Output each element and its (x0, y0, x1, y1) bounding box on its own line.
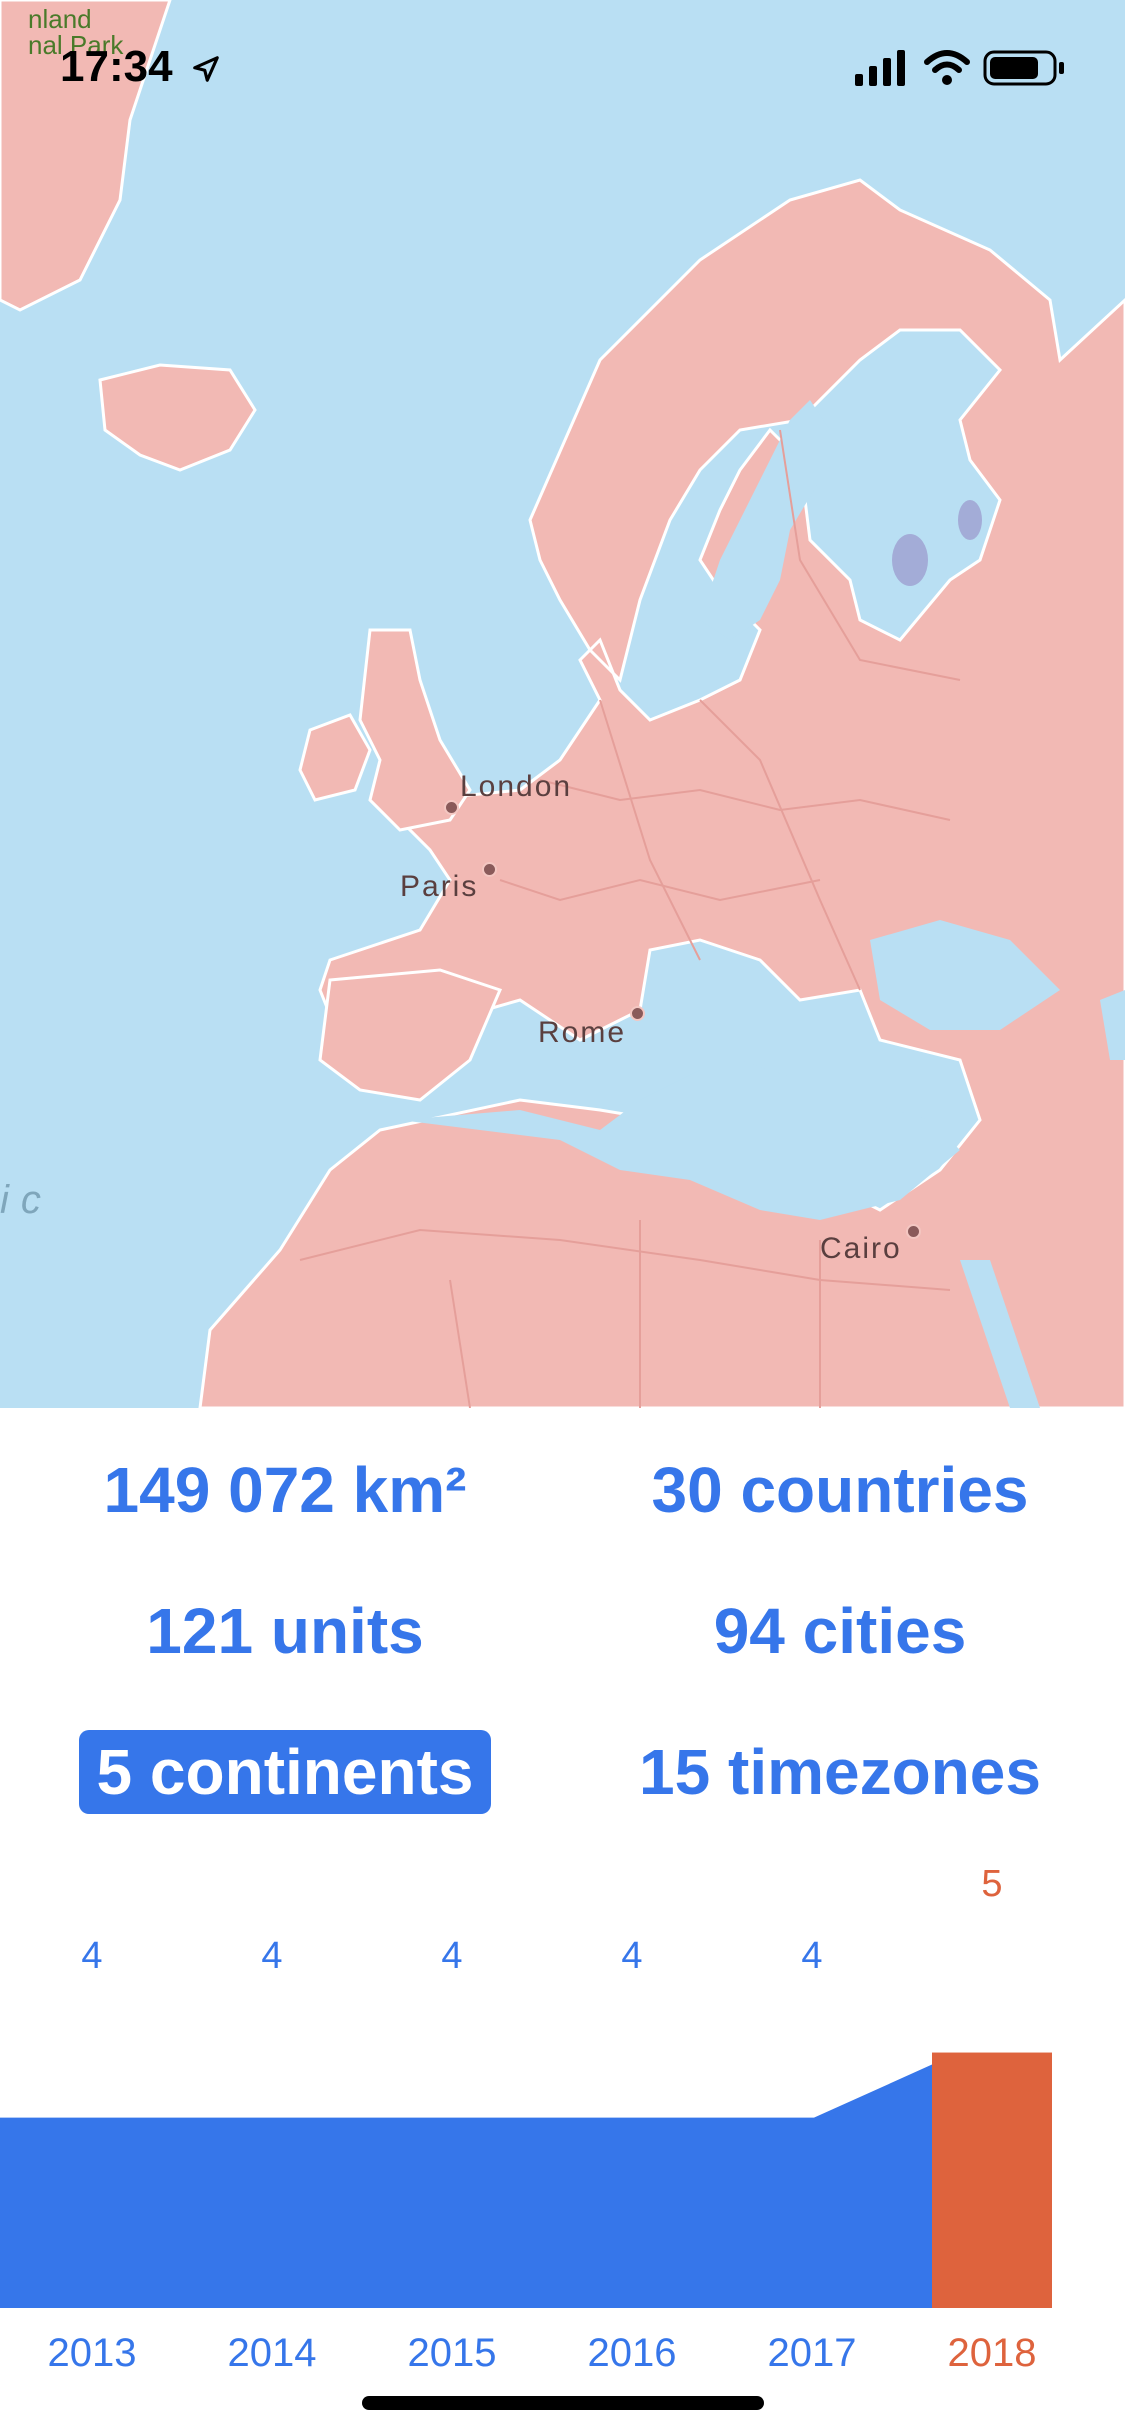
stat-cities[interactable]: 94 cities (570, 1591, 1110, 1671)
chart-year-label[interactable]: 2015 (408, 2331, 497, 2370)
city-label-paris[interactable]: Paris (400, 870, 478, 904)
city-label-london[interactable]: London (460, 770, 572, 804)
wifi-icon (924, 50, 970, 85)
chart-value-label: 4 (801, 1935, 822, 1977)
chart-value-label: 4 (81, 1935, 102, 1977)
city-dot-london[interactable] (444, 800, 459, 815)
stat-cities-label: 94 cities (713, 1595, 967, 1667)
status-indicators (855, 50, 1064, 86)
chart-value-label: 4 (441, 1935, 462, 1977)
stat-countries[interactable]: 30 countries (570, 1450, 1110, 1530)
chart-value-label: 4 (621, 1935, 642, 1977)
continents-by-year-chart[interactable]: 4 2013 4 2014 4 2015 4 2016 4 2017 5 2018 (0, 1850, 1125, 2370)
chart-year-label[interactable]: 2013 (48, 2331, 137, 2370)
stat-timezones-label: 15 timezones (639, 1736, 1041, 1808)
chart-value-label: 5 (981, 1863, 1002, 1905)
stat-countries-label: 30 countries (651, 1454, 1029, 1526)
location-arrow-icon (192, 56, 219, 83)
europe-map (0, 0, 1125, 1408)
status-time-text: 17:34 (60, 42, 173, 91)
cellular-signal-icon (855, 50, 905, 86)
home-indicator[interactable] (362, 2396, 764, 2410)
status-time: 17:34 (60, 42, 221, 92)
city-label-cairo[interactable]: Cairo (820, 1232, 902, 1266)
stat-continents[interactable]: 5 continents (15, 1730, 555, 1814)
chart-year-label[interactable]: 2017 (768, 2331, 857, 2370)
stat-units-label: 121 units (146, 1595, 424, 1667)
ocean-label: ic (0, 1178, 53, 1222)
stat-area-label: 149 072 km² (103, 1454, 467, 1526)
chart-year-label[interactable]: 2016 (588, 2331, 677, 2370)
map-view[interactable]: nland nal Park ic London Paris Rome Cair… (0, 0, 1125, 1408)
stat-units[interactable]: 121 units (15, 1591, 555, 1671)
city-dot-rome[interactable] (630, 1006, 645, 1021)
stats-grid: 149 072 km² 30 countries 121 units 94 ci… (0, 1408, 1125, 1828)
stat-timezones[interactable]: 15 timezones (570, 1732, 1110, 1812)
status-icons (855, 50, 1085, 86)
chart-area (0, 2064, 932, 2308)
chart-year-label[interactable]: 2018 (948, 2331, 1037, 2370)
chart-value-label: 4 (261, 1935, 282, 1977)
city-dot-cairo[interactable] (906, 1224, 921, 1239)
chart-bar-highlight[interactable] (932, 2052, 1052, 2308)
city-label-rome[interactable]: Rome (538, 1016, 626, 1050)
stat-continents-label: 5 continents (78, 1730, 492, 1814)
status-bar: 17:34 (0, 0, 1125, 140)
stat-area[interactable]: 149 072 km² (15, 1450, 555, 1530)
chart-year-label[interactable]: 2014 (228, 2331, 317, 2370)
city-dot-paris[interactable] (482, 862, 497, 877)
battery-icon (983, 50, 1064, 86)
